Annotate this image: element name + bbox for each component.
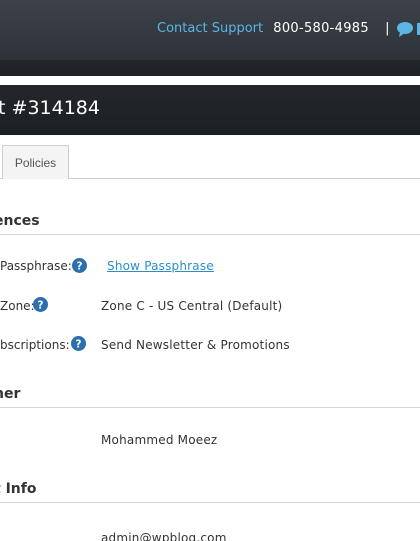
tab-policies[interactable]: Policies [2,145,69,179]
subscriptions-label: bscriptions: [0,338,70,352]
section-heading-owner: ner [0,386,21,402]
section-divider [0,407,420,408]
zone-value: Zone C - US Central (Default) [101,299,283,313]
help-icon[interactable]: ? [72,258,87,273]
header-separator: | [385,21,390,36]
contact-email-value: admin@wpblog.com [101,531,227,541]
contact-support-link[interactable]: Contact Support [157,21,263,36]
support-phone-number: 800-580-4985 [273,21,369,36]
owner-name-value: Mohammed Moeez [101,433,218,447]
top-navigation-bar: Contact Support 800-580-4985 | [0,0,420,76]
section-divider [0,502,420,503]
section-heading-preferences: ences [0,213,40,229]
zone-label: Zone: [0,299,35,313]
page-title: nt #314184 [0,97,100,119]
account-title-bar: nt #314184 [0,85,420,135]
subscriptions-value: Send Newsletter & Promotions [101,338,290,352]
svg-text:?: ? [77,261,83,273]
help-icon[interactable]: ? [71,336,86,351]
show-passphrase-link[interactable]: Show Passphrase [107,259,214,273]
tab-bar: Policies [0,145,420,179]
passphrase-label: Passphrase: [0,259,72,273]
help-icon[interactable]: ? [33,297,48,312]
contact-support-area: Contact Support 800-580-4985 | [157,21,389,36]
section-divider [0,234,420,235]
svg-text:?: ? [76,339,82,351]
section-heading-contact-info: t Info [0,481,37,497]
nav-bottom-strip [0,60,420,76]
svg-text:?: ? [38,300,44,312]
chat-bubble-icon[interactable] [396,21,420,37]
